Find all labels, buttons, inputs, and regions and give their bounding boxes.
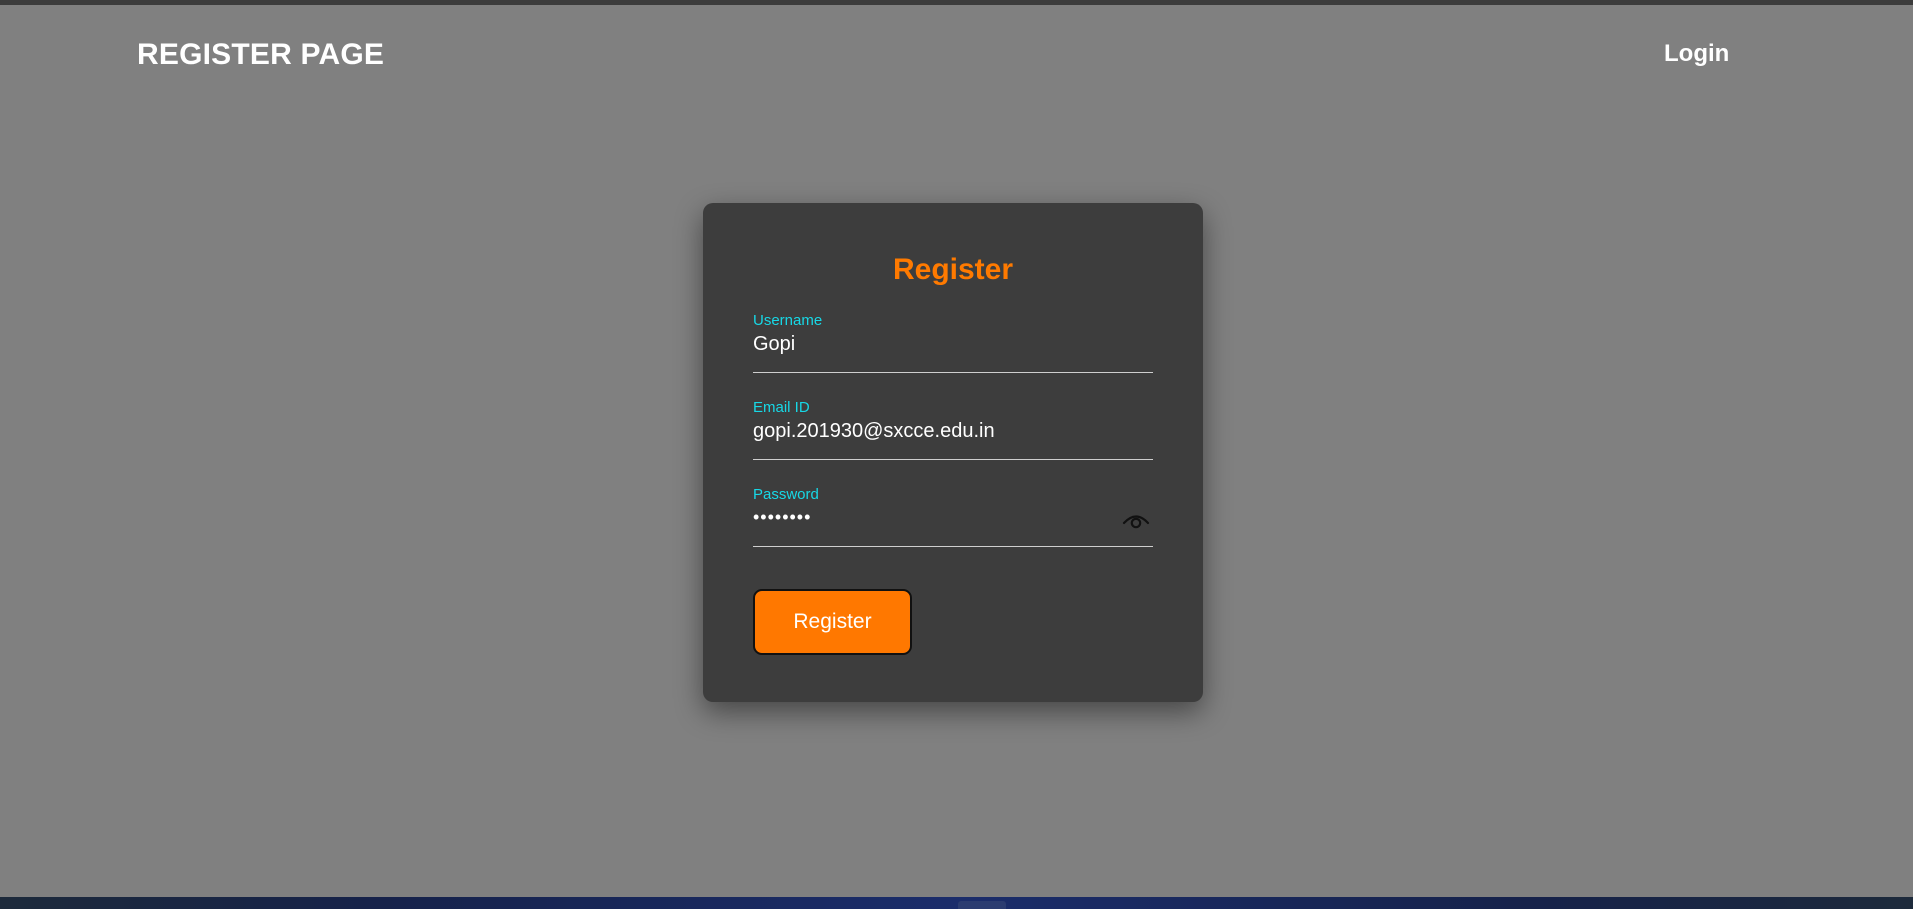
page-brand-title: REGISTER PAGE [137, 38, 385, 71]
email-input[interactable]: gopi.201930@sxcce.edu.in [753, 420, 1113, 443]
register-card: Register Username Gopi Email ID gopi.201… [703, 203, 1203, 702]
password-label: Password [753, 486, 819, 503]
register-page: REGISTER PAGE Login Register Username Go… [0, 5, 1913, 897]
username-input[interactable]: Gopi [753, 333, 1113, 356]
email-label: Email ID [753, 399, 810, 416]
taskbar-item[interactable] [958, 901, 1006, 909]
register-form-title: Register [892, 253, 1014, 286]
username-field: Username Gopi [753, 312, 1153, 373]
email-field: Email ID gopi.201930@sxcce.edu.in [753, 399, 1153, 460]
login-link[interactable]: Login [1664, 40, 1729, 68]
username-label: Username [753, 312, 823, 329]
register-button[interactable]: Register [753, 589, 912, 655]
taskbar [0, 897, 1913, 909]
password-field: Password •••••••• [753, 486, 1153, 547]
password-input[interactable]: •••••••• [753, 507, 1113, 528]
eye-icon[interactable] [1121, 508, 1151, 532]
